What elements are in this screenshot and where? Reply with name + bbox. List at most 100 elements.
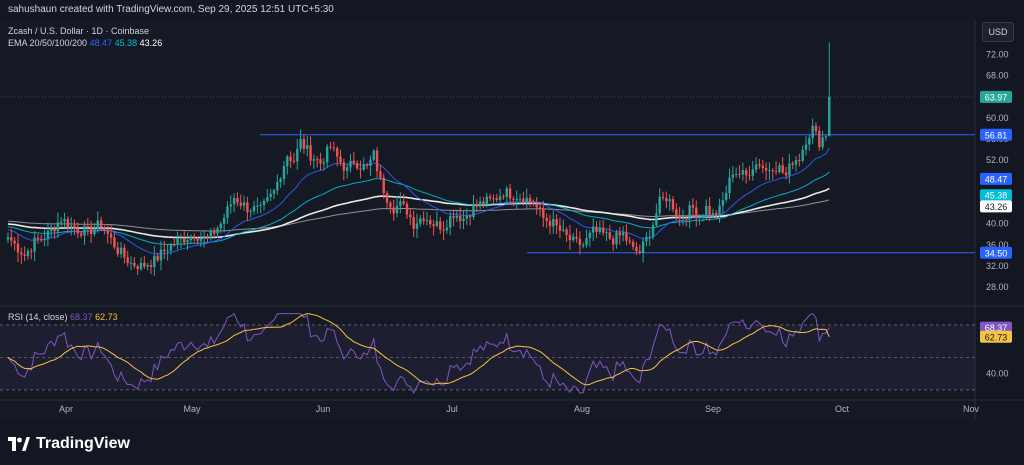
candle-body — [532, 201, 535, 204]
candle-body — [562, 229, 565, 231]
candle-body — [442, 229, 445, 231]
candle-body — [332, 147, 336, 149]
candle-body — [429, 220, 432, 225]
x-tick-label: Nov — [963, 404, 980, 414]
candle-body — [292, 160, 296, 162]
ema50-value: 45.38 — [114, 38, 138, 48]
candle-body — [83, 225, 86, 236]
candle-body — [515, 199, 518, 201]
candle-body — [588, 232, 592, 239]
candle-body — [349, 160, 352, 168]
candle-body — [276, 182, 279, 191]
candle-body — [641, 241, 645, 253]
candle-body — [252, 206, 256, 212]
candle-body — [452, 216, 455, 218]
candle-body — [409, 214, 412, 218]
candle-body — [312, 159, 316, 161]
candle-body — [505, 188, 508, 197]
candle-body — [668, 199, 671, 202]
x-tick-label: May — [183, 404, 201, 414]
y-tick-label: 40.00 — [986, 219, 1009, 229]
ema20-value: 48.47 — [89, 38, 113, 48]
candle-body — [475, 204, 479, 207]
candle-body — [139, 262, 143, 270]
candle-body — [355, 162, 359, 169]
tradingview-logo[interactable]: TradingView — [8, 433, 130, 455]
candle-body — [422, 218, 425, 221]
candle-body — [6, 236, 10, 240]
price-chart[interactable]: 72.0068.0060.0056.0052.0048.0044.0040.00… — [0, 20, 1024, 420]
candle-body — [272, 190, 276, 194]
x-tick-label: Aug — [574, 404, 590, 414]
candle-body — [814, 125, 818, 132]
candle-body — [146, 265, 149, 267]
candle-body — [631, 241, 635, 247]
candle-body — [582, 244, 585, 246]
candle-body — [202, 236, 206, 238]
tradingview-logo-text: TradingView — [36, 435, 130, 452]
candle-body — [342, 162, 346, 171]
candle-body — [296, 148, 299, 162]
candle-body — [289, 156, 292, 161]
candle-body — [764, 167, 768, 171]
candle-body — [748, 175, 751, 177]
candle-body — [186, 240, 189, 243]
candle-body — [705, 205, 708, 216]
candle-body — [176, 238, 179, 245]
candle-body — [788, 163, 791, 176]
candle-body — [435, 221, 439, 227]
candle-body — [229, 204, 232, 207]
rsi-ma-value: 62.73 — [95, 312, 118, 322]
candle-body — [116, 247, 119, 254]
candle-body — [236, 197, 239, 203]
candle-body — [445, 227, 449, 231]
candle-body — [545, 218, 548, 222]
y-tick-label: 28.00 — [986, 282, 1009, 292]
ema-legend[interactable]: EMA 20/50/100/200 48.47 45.38 43.26 — [8, 38, 162, 48]
candle-body — [482, 201, 485, 205]
candle-body — [36, 237, 40, 240]
candle-body — [592, 226, 595, 233]
chart-frame[interactable]: 72.0068.0060.0056.0052.0048.0044.0040.00… — [0, 20, 1024, 420]
price-label: 56.81 — [985, 130, 1008, 140]
rsi-y-tick-label: 40.00 — [986, 369, 1009, 379]
rsi-legend[interactable]: RSI (14, close) 68.37 62.73 — [8, 312, 118, 322]
candle-body — [46, 230, 50, 239]
candle-body — [615, 232, 618, 245]
candle-body — [824, 136, 828, 138]
candle-body — [728, 177, 731, 194]
currency-button[interactable]: USD — [982, 22, 1014, 42]
y-tick-label: 52.00 — [986, 155, 1009, 165]
candle-body — [472, 204, 475, 218]
candle-body — [758, 164, 761, 166]
candle-body — [23, 254, 26, 257]
candle-body — [648, 236, 651, 238]
symbol-legend[interactable]: Zcash / U.S. Dollar · 1D · Coinbase — [8, 26, 149, 36]
candle-body — [675, 209, 678, 216]
candle-body — [575, 236, 578, 239]
candle-body — [502, 196, 505, 198]
candle-body — [495, 198, 498, 200]
candle-body — [488, 196, 492, 199]
candle-body — [522, 198, 525, 203]
candle-body — [771, 170, 774, 172]
candle-body — [598, 227, 602, 232]
candle-body — [608, 232, 612, 239]
candle-body — [449, 216, 452, 228]
candle-body — [744, 170, 748, 176]
candle-body — [415, 223, 419, 229]
candle-body — [196, 239, 199, 241]
candle-body — [595, 226, 598, 232]
candle-body — [462, 218, 465, 222]
candle-body — [222, 217, 226, 224]
candle-body — [791, 163, 794, 165]
candle-body — [565, 229, 568, 235]
candle-body — [173, 244, 176, 246]
candle-body — [209, 230, 213, 238]
candle-body — [432, 224, 435, 227]
rsi-label: RSI (14, close) — [8, 312, 68, 322]
y-tick-label: 72.00 — [986, 49, 1009, 59]
candle-body — [601, 227, 605, 233]
candle-body — [69, 225, 73, 228]
candle-body — [638, 251, 641, 253]
